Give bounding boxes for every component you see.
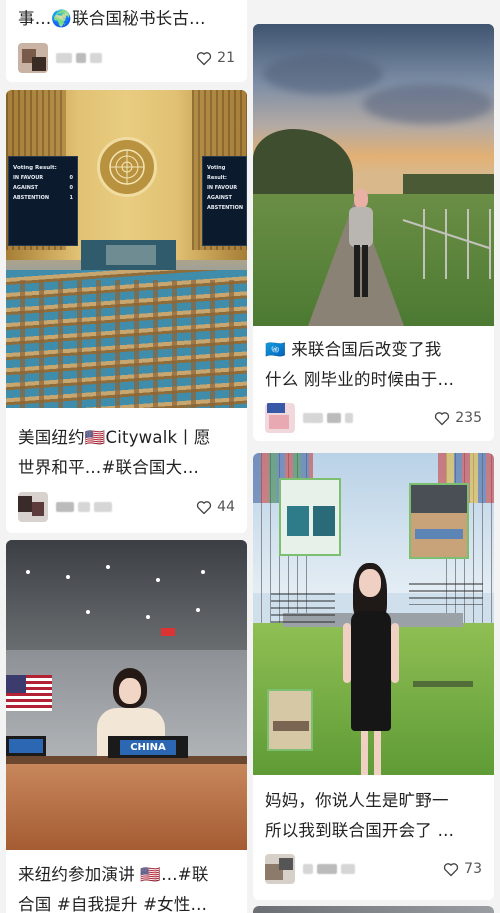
heart-icon	[197, 51, 212, 65]
card-image[interactable]: Voting Result: IN FAVOUR 0 AGAINST 0 ABSTE…	[6, 90, 247, 408]
card-title: 🇺🇳 来联合国后改变了我 什么 刚毕业的时候由于…	[265, 340, 455, 389]
us-flag	[6, 675, 52, 711]
un-emblem	[97, 137, 157, 197]
person	[346, 189, 376, 299]
card-meta: 44	[6, 492, 247, 522]
card-title: 妈妈，你说人生是旷野一 所以我到联合国开会了 …	[265, 791, 455, 840]
feed-card[interactable]: 妈妈，你说人生是旷野一 所以我到联合国开会了 … 73	[253, 453, 494, 900]
like-button[interactable]: 44	[196, 499, 235, 515]
author-name-blurred[interactable]	[303, 413, 434, 423]
feed-card[interactable]: 事…🌍联合国秘书长古… 21	[6, 0, 247, 82]
avatar[interactable]	[265, 403, 295, 433]
card-meta: 21	[6, 43, 247, 73]
avatar[interactable]	[18, 43, 48, 73]
inset-photo	[279, 478, 341, 556]
author-name-blurred[interactable]	[56, 53, 196, 63]
feed-card[interactable]: 🇺🇳 来联合国后改变了我 什么 刚毕业的时候由于… 235	[253, 24, 494, 441]
like-count: 21	[217, 50, 235, 66]
heart-icon	[197, 500, 212, 514]
feed-card[interactable]: CHINA 来纽约参加演讲 🇺🇸…#联 合国 #自我提升 #女性…	[6, 540, 247, 913]
voting-panel-left: Voting Result: IN FAVOUR 0 AGAINST 0 ABSTE…	[8, 156, 78, 246]
author-name-blurred[interactable]	[303, 864, 443, 874]
person	[341, 563, 401, 775]
like-count: 73	[464, 861, 482, 877]
inset-photo	[267, 689, 313, 751]
author-name-blurred[interactable]	[56, 502, 196, 512]
card-image[interactable]	[253, 453, 494, 775]
like-button[interactable]: 73	[443, 861, 482, 877]
card-image[interactable]: CHINA	[6, 540, 247, 850]
card-image[interactable]	[253, 906, 494, 913]
card-meta: 235	[253, 403, 494, 433]
card-image[interactable]	[253, 24, 494, 326]
like-button[interactable]: 21	[196, 50, 235, 66]
voting-panel-right: Voting Result: IN FAVOUR AGAINST ABSTENT…	[202, 156, 247, 246]
card-title: 来纽约参加演讲 🇺🇸…#联 合国 #自我提升 #女性…	[18, 865, 209, 913]
card-meta: 73	[253, 854, 494, 884]
card-title: 美国纽约🇺🇸Citywalk丨愿 世界和平…#联合国大…	[18, 428, 211, 477]
avatar[interactable]	[18, 492, 48, 522]
feed-card[interactable]: Voting Result: IN FAVOUR 0 AGAINST 0 ABSTE…	[6, 90, 247, 533]
like-count: 235	[455, 410, 482, 426]
heart-icon	[444, 862, 459, 876]
card-title: 事…🌍联合国秘书长古…	[18, 9, 206, 28]
avatar[interactable]	[265, 854, 295, 884]
like-count: 44	[217, 499, 235, 515]
country-placard: CHINA	[120, 739, 176, 755]
like-button[interactable]: 235	[434, 410, 482, 426]
inset-photo	[409, 483, 469, 559]
feed-card[interactable]	[253, 906, 494, 913]
heart-icon	[435, 411, 450, 425]
